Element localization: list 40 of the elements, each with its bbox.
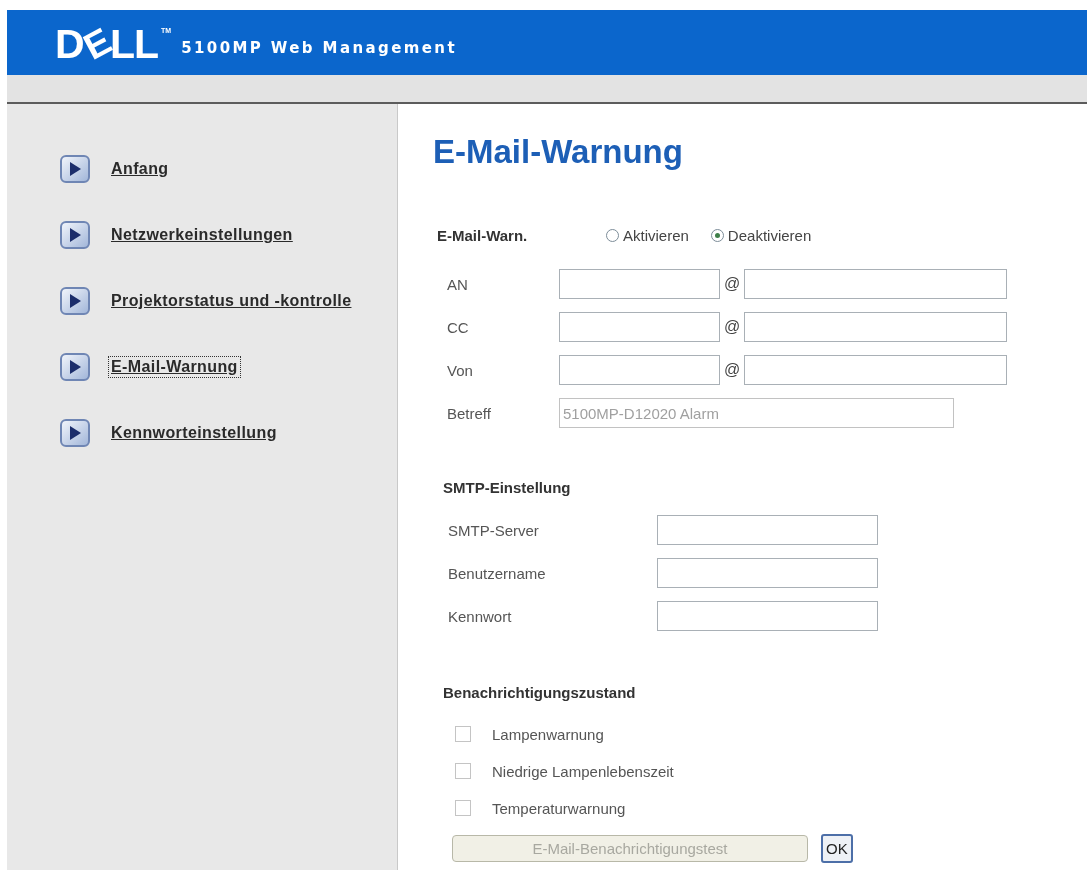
field-label: Von — [447, 361, 474, 379]
nav-link[interactable]: Netzwerkeinstellungen — [108, 224, 296, 246]
checkbox[interactable] — [455, 800, 471, 816]
field-label: E-Mail-Warn. — [437, 226, 529, 244]
ok-button[interactable]: OK — [821, 834, 853, 863]
field-label: Betreff — [447, 404, 492, 422]
field-label: AN — [447, 275, 469, 293]
input-field[interactable] — [657, 558, 878, 588]
nav-link[interactable]: Anfang — [108, 158, 172, 180]
nav-link[interactable]: Projektorstatus und -kontrolle — [108, 290, 355, 312]
page-title: E-Mail-Warnung — [433, 132, 684, 172]
checkbox[interactable] — [455, 763, 471, 779]
checkbox[interactable] — [455, 726, 471, 742]
nav-link[interactable]: E-Mail-Warnung — [108, 356, 241, 378]
field-label: Kennwort — [448, 607, 513, 625]
input-field[interactable] — [657, 515, 878, 545]
at-sign: @ — [722, 318, 742, 336]
input-field[interactable] — [559, 269, 720, 299]
input-field[interactable] — [559, 312, 720, 342]
input-field[interactable] — [744, 312, 1007, 342]
radio-label: Aktivieren — [623, 226, 689, 244]
input-field[interactable] — [657, 601, 878, 631]
section-heading: Benachrichtigungszustand — [442, 683, 637, 703]
input-field[interactable] — [744, 355, 1007, 385]
at-sign: @ — [722, 361, 742, 379]
at-sign: @ — [722, 275, 742, 293]
checkbox-label: Lampenwarnung — [492, 725, 604, 743]
input-field[interactable] — [559, 355, 720, 385]
field-label: SMTP-Server — [448, 521, 540, 539]
input-field[interactable] — [744, 269, 1007, 299]
checkbox-label: Niedrige Lampenlebenszeit — [492, 762, 674, 780]
radio-button[interactable] — [606, 228, 619, 242]
radio-button[interactable] — [710, 228, 724, 242]
checkbox-label: Temperaturwarnung — [492, 799, 626, 817]
field-label: Benutzername — [448, 564, 547, 582]
header-title: 5100MP Web Management — [181, 38, 458, 57]
field-label: CC — [447, 318, 470, 336]
section-heading: SMTP-Einstellung — [442, 478, 572, 498]
radio-label: Deaktivieren — [727, 226, 812, 244]
nav-link[interactable]: Kennworteinstellung — [108, 422, 280, 444]
